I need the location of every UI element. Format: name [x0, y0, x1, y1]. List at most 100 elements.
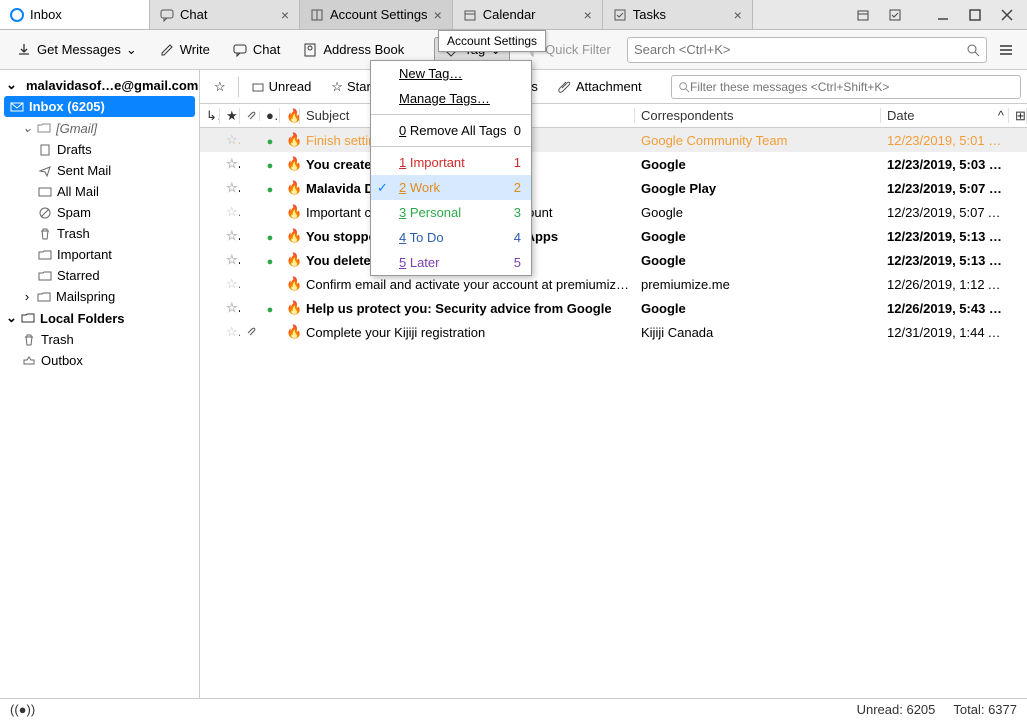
filter-search[interactable]: [671, 75, 1021, 99]
folder-icon: [37, 121, 51, 135]
sidebar-gmail[interactable]: ⌄[Gmail]: [0, 117, 199, 139]
close-icon[interactable]: ×: [734, 7, 742, 23]
tag-menu-item[interactable]: 4 To Do4: [371, 225, 531, 250]
star-icon[interactable]: ☆: [226, 228, 240, 243]
manage-tags-label: Manage Tags…: [399, 91, 490, 106]
tag-menu-item[interactable]: 5 Later5: [371, 250, 531, 275]
get-messages-button[interactable]: Get Messages ⌄: [8, 38, 145, 62]
tab-inbox[interactable]: Inbox: [0, 0, 150, 29]
message-correspondent: Google Community Team: [635, 133, 881, 148]
spam-icon: [38, 206, 52, 220]
filter-input[interactable]: [690, 80, 1014, 94]
message-row[interactable]: ☆●🔥Help us protect you: Security advice …: [200, 296, 1027, 320]
search-input[interactable]: [634, 42, 966, 57]
star-icon[interactable]: ☆: [226, 300, 240, 315]
sidebar-inbox[interactable]: Inbox (6205): [4, 96, 195, 117]
calendar-icon: [463, 8, 477, 22]
close-icon[interactable]: ×: [281, 7, 289, 23]
tab-calendar[interactable]: Calendar ×: [453, 0, 603, 29]
hamburger-icon: [998, 42, 1014, 58]
minimize-button[interactable]: [929, 4, 957, 26]
sidebar-drafts[interactable]: Drafts: [0, 139, 199, 160]
message-row[interactable]: ☆●🔥You created a new Google AccountGoogl…: [200, 152, 1027, 176]
col-unread[interactable]: ●●: [260, 108, 280, 123]
thunderbird-icon: [10, 8, 24, 22]
remove-label: Remove All Tags: [410, 123, 507, 138]
message-correspondent: Google Play: [635, 181, 881, 196]
close-button[interactable]: [993, 4, 1021, 26]
close-icon[interactable]: ×: [584, 7, 592, 23]
tab-chat[interactable]: Chat ×: [150, 0, 300, 29]
filter-attachment[interactable]: Attachment: [550, 75, 650, 98]
maximize-button[interactable]: [961, 4, 989, 26]
message-row[interactable]: ☆●🔥Finish setting up your Google Account…: [200, 128, 1027, 152]
sidebar-spam[interactable]: Spam: [0, 202, 199, 223]
message-row[interactable]: ☆●🔥Malavida Dev, explore Google PlayGoog…: [200, 176, 1027, 200]
account-row[interactable]: ⌄malavidasof…e@gmail.com: [0, 74, 199, 96]
sidebar-sent[interactable]: Sent Mail: [0, 160, 199, 181]
message-pane: ☆ Unread ☆Starred Contact Tags Attachmen…: [200, 70, 1027, 698]
tag-item-label: 4 To Do: [399, 230, 444, 245]
col-junk[interactable]: 🔥: [280, 108, 300, 124]
outbox-icon: [22, 354, 36, 368]
col-date[interactable]: Date^: [881, 108, 1009, 123]
tag-menu-item[interactable]: 3 Personal3: [371, 200, 531, 225]
calendar-button[interactable]: [849, 4, 877, 26]
star-icon[interactable]: ☆: [226, 204, 240, 219]
attachment-icon: [558, 80, 572, 94]
message-date: 12/26/2019, 1:12 AM: [881, 277, 1009, 292]
star-icon[interactable]: ☆: [226, 252, 240, 267]
tag-item-count: 5: [514, 255, 521, 270]
tag-menu-item[interactable]: ✓2 Work2: [371, 175, 531, 200]
tab-label: Chat: [180, 7, 207, 22]
message-date: 12/23/2019, 5:03 …: [881, 157, 1009, 172]
sidebar-trash[interactable]: Trash: [0, 223, 199, 244]
col-picker[interactable]: ⊞: [1009, 108, 1027, 124]
app-menu-button[interactable]: [993, 42, 1019, 58]
message-row[interactable]: ☆🔥Important changes to your Google Accou…: [200, 200, 1027, 224]
col-attachment[interactable]: [240, 111, 260, 121]
close-icon[interactable]: ×: [434, 7, 442, 23]
sidebar-allmail[interactable]: All Mail: [0, 181, 199, 202]
tag-menu-item[interactable]: 1 Important1: [371, 150, 531, 175]
tab-tasks[interactable]: Tasks ×: [603, 0, 753, 29]
tag-menu-manage[interactable]: Manage Tags…: [371, 86, 531, 111]
star-icon[interactable]: ☆: [226, 324, 240, 339]
sidebar-mailspring[interactable]: ›Mailspring: [0, 286, 199, 307]
sidebar-starred[interactable]: Starred: [0, 265, 199, 286]
search-icon: [966, 43, 980, 57]
local-folders-row[interactable]: ⌄Local Folders: [0, 307, 199, 329]
sidebar-important[interactable]: Important: [0, 244, 199, 265]
filter-unread[interactable]: Unread: [243, 75, 320, 98]
flame-icon: 🔥: [286, 156, 300, 171]
star-icon[interactable]: ☆: [226, 132, 240, 147]
col-star[interactable]: ★: [220, 108, 240, 124]
write-button[interactable]: Write: [151, 38, 218, 62]
get-messages-label: Get Messages: [37, 42, 121, 57]
address-book-button[interactable]: Address Book: [294, 38, 412, 62]
star-icon[interactable]: ☆: [226, 276, 240, 291]
search-icon: [678, 81, 690, 93]
global-search[interactable]: [627, 37, 987, 63]
tag-menu-new[interactable]: New Tag…: [371, 61, 531, 86]
tasks-button[interactable]: [881, 4, 909, 26]
message-row[interactable]: ☆●🔥You stopped sharing with Malavida App…: [200, 224, 1027, 248]
sidebar-local-trash[interactable]: Trash: [0, 329, 199, 350]
unread-dot-icon: ●: [267, 232, 274, 244]
tab-account-settings[interactable]: Account Settings ×: [300, 0, 453, 29]
message-row[interactable]: ☆🔥Complete your Kijiji registrationKijij…: [200, 320, 1027, 344]
col-thread[interactable]: ↳: [200, 108, 220, 124]
message-row[interactable]: ☆🔥Confirm email and activate your accoun…: [200, 272, 1027, 296]
tag-menu-remove-all[interactable]: 0 Remove All Tags0: [371, 118, 531, 143]
drafts-label: Drafts: [57, 142, 92, 157]
col-correspondents[interactable]: Correspondents: [635, 108, 881, 123]
filter-pin[interactable]: ☆: [206, 75, 234, 99]
folder-icon: [37, 290, 51, 304]
star-icon[interactable]: ☆: [226, 180, 240, 195]
chat-button[interactable]: Chat: [224, 38, 288, 62]
message-row[interactable]: ☆●🔥You deleted your family groupGoogle12…: [200, 248, 1027, 272]
message-date: 12/26/2019, 5:43 …: [881, 301, 1009, 316]
sidebar-outbox[interactable]: Outbox: [0, 350, 199, 371]
star-icon[interactable]: ☆: [226, 156, 240, 171]
message-correspondent: Google: [635, 253, 881, 268]
